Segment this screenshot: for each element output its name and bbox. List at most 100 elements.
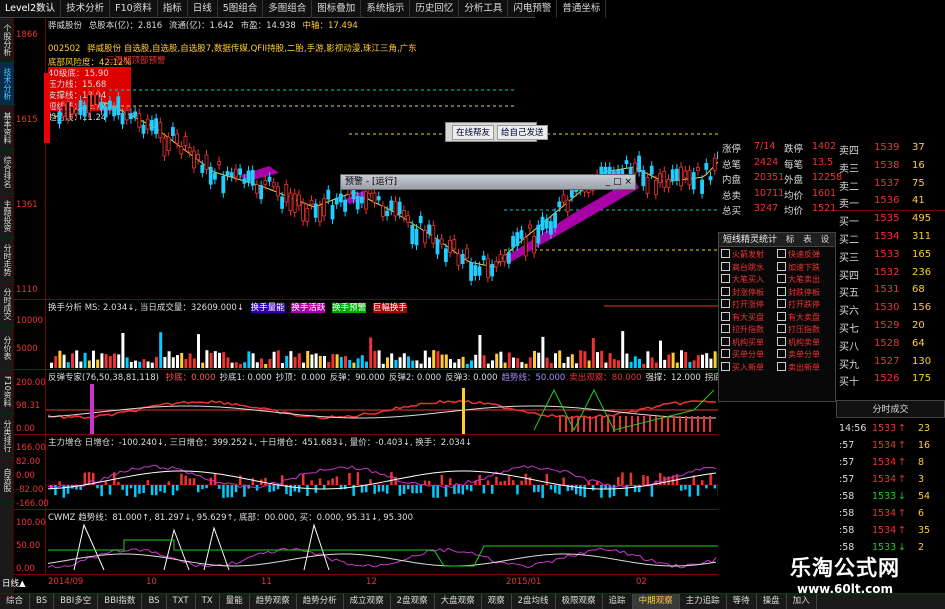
- menu-item-8[interactable]: 系统指示: [361, 0, 411, 18]
- bottom-tab-5[interactable]: TXT: [167, 594, 196, 609]
- signal-item[interactable]: 买单分单: [721, 349, 777, 362]
- menu-item-12[interactable]: 普通坐标: [557, 0, 607, 18]
- bottom-tab-13[interactable]: 观察: [482, 594, 512, 609]
- signal-tab-3[interactable]: 设: [821, 235, 830, 245]
- bottom-tab-1[interactable]: BS: [30, 594, 55, 609]
- tick-arrow: ↑: [898, 440, 906, 451]
- level-price: 1539: [874, 142, 900, 153]
- bottom-tab-20[interactable]: 操盘: [757, 594, 787, 609]
- left-tab-0[interactable]: 个股分析: [0, 18, 14, 62]
- left-tab-3[interactable]: 综合排名: [0, 150, 14, 194]
- signal-tab-2[interactable]: 表: [803, 235, 812, 245]
- bottom-tab-9[interactable]: 趋势分析: [297, 594, 344, 609]
- signal-item[interactable]: 有大卖盘: [777, 312, 833, 325]
- menu-item-11[interactable]: 闪电预警: [508, 0, 558, 18]
- menu-item-9[interactable]: 历史回忆: [410, 0, 460, 18]
- signal-item[interactable]: 打压指数: [777, 324, 833, 337]
- bottom-tab-10[interactable]: 成立观察: [344, 594, 391, 609]
- level-label: 买四: [839, 270, 859, 282]
- buy-level: 买十 1526 175: [836, 372, 945, 389]
- signal-item[interactable]: 快速反弹: [777, 249, 833, 262]
- level-label: 买五: [839, 288, 859, 300]
- menu-item-10[interactable]: 分析工具: [459, 0, 509, 18]
- cwmz-panel[interactable]: 100.00 50.00 0.00 CWMZ 趋势线：81.000↑, 81.297…: [14, 510, 718, 575]
- online-help-button[interactable]: 在线帮友: [452, 124, 495, 140]
- quote-cell: 外盘: [784, 175, 804, 186]
- level-price: 1530: [874, 302, 900, 314]
- tick-volume: 16: [918, 440, 931, 451]
- signal-item[interactable]: 买入新单: [721, 362, 777, 375]
- bottom-tab-21[interactable]: 加入: [787, 594, 817, 609]
- bottom-tab-16[interactable]: 追踪: [603, 594, 633, 609]
- buy-level: 买九 1527 130: [836, 355, 945, 372]
- bottom-tab-18[interactable]: 主力追踪: [680, 594, 727, 609]
- buy-level: 买二 1534 311: [836, 230, 945, 247]
- tick-price: 1534: [872, 457, 897, 468]
- tick-row: 14:56 1533 ↑ 23: [836, 422, 945, 439]
- left-tab-5[interactable]: 分时走势: [0, 238, 14, 282]
- bottom-tab-11[interactable]: 2盘观察: [391, 594, 435, 609]
- bottom-tab-4[interactable]: BS: [142, 594, 167, 609]
- window-controls-icon[interactable]: _ □ ×: [606, 175, 632, 190]
- left-tab-2[interactable]: 基本资料: [0, 106, 14, 150]
- tick-arrow: ↑: [898, 525, 906, 536]
- bottom-tab-3[interactable]: BBI指数: [98, 594, 143, 609]
- signal-item[interactable]: 火箭发射: [721, 249, 777, 262]
- signal-item[interactable]: 加速下跌: [777, 262, 833, 275]
- help-popup[interactable]: 在线帮友 给自己发送: [445, 122, 548, 142]
- left-tab-9[interactable]: 分类排行: [0, 414, 14, 458]
- bottom-tab-8[interactable]: 趋势观察: [250, 594, 297, 609]
- bottom-tab-7[interactable]: 量能: [220, 594, 250, 609]
- menu-item-4[interactable]: 日线: [188, 0, 218, 18]
- level-label: 买三: [839, 252, 859, 264]
- menu-item-3[interactable]: 指标: [158, 0, 188, 18]
- rebound-expert-panel[interactable]: 200.00 98.31 0.00 反弹专家(76,50,38,81,118) 抄底…: [14, 370, 718, 435]
- main-force-panel[interactable]: 166.00 82.00 0.00 -82.00 -166.00 主力增仓 日增仓：-1…: [14, 435, 718, 510]
- bottom-tab-0[interactable]: 综合: [0, 594, 31, 609]
- volume-panel[interactable]: 10000 5000 换手分析 MS: 2.034↓, 当日成交量：32609.0…: [14, 300, 718, 370]
- left-tab-6[interactable]: 分时成交: [0, 282, 14, 326]
- signal-item[interactable]: 高台跳水: [721, 262, 777, 275]
- order-book: 卖四 1539 37 卖三 1538 16 卖二 1537 75 卖一 1536 41 买一 1535 49…: [836, 140, 945, 402]
- signal-item[interactable]: 封涨停板: [721, 287, 777, 300]
- signal-item[interactable]: 打开涨停: [721, 299, 777, 312]
- menu-item-1[interactable]: 技术分析: [61, 0, 111, 18]
- signal-item[interactable]: 封跌停板: [777, 287, 833, 300]
- kline-panel[interactable]: 1866 1615 1361 1110 骅威股份 总股本(亿)：2.816 流通(亿)…: [14, 18, 718, 300]
- signal-item[interactable]: 卖出新单: [777, 362, 833, 375]
- signal-item[interactable]: 机构买单: [721, 337, 777, 350]
- bottom-tab-15[interactable]: 极限观察: [556, 594, 603, 609]
- bottom-tab-12[interactable]: 大盘观察: [435, 594, 482, 609]
- signal-item[interactable]: 大笔卖出: [777, 274, 833, 287]
- alert-window-titlebar[interactable]: 预警 - [运行] _ □ ×: [340, 174, 636, 190]
- send-self-button[interactable]: 给自己发送: [497, 124, 548, 140]
- signal-item[interactable]: 大笔买入: [721, 274, 777, 287]
- level-volume: 75: [912, 177, 925, 189]
- left-tab-1[interactable]: 技术分析: [0, 62, 14, 106]
- left-tab-7[interactable]: 分价表: [0, 326, 14, 370]
- bottom-tab-17[interactable]: 中期观察: [632, 594, 680, 609]
- signal-item[interactable]: 打开跌停: [777, 299, 833, 312]
- tick-price: 1534: [872, 474, 897, 485]
- menu-item-6[interactable]: 多图组合: [263, 0, 313, 18]
- menu-item-2[interactable]: F10资料: [110, 0, 158, 18]
- signal-tab-1[interactable]: 标: [786, 235, 795, 245]
- left-tab-8[interactable]: F10资料: [0, 370, 14, 414]
- menu-item-0[interactable]: Level2数认: [0, 0, 62, 18]
- menu-item-5[interactable]: 5图组合: [218, 0, 264, 18]
- short-signal-panel[interactable]: 短线精灵统计 标 表 设 火箭发射 快速反弹 高台跳水 加速下跌 大笔买入 大笔卖出 封涨停…: [718, 232, 836, 402]
- bottom-tab-14[interactable]: 2盘均线: [512, 594, 556, 609]
- signal-item[interactable]: 拉升指数: [721, 324, 777, 337]
- menu-item-7[interactable]: 图标叠加: [312, 0, 362, 18]
- signal-item[interactable]: 卖单分单: [777, 349, 833, 362]
- signal-item[interactable]: 有大买盘: [721, 312, 777, 325]
- left-tab-10[interactable]: 自选股: [0, 458, 14, 502]
- tick-list[interactable]: 分时成交 14:56 1533 ↑ 23:57 1534 ↑ 16:57 1534 ↑ 8:57 1…: [836, 400, 945, 553]
- tick-arrow: ↑: [898, 457, 906, 468]
- bottom-tab-19[interactable]: 等待: [727, 594, 757, 609]
- left-tab-4[interactable]: 主题投资: [0, 194, 14, 238]
- bottom-tab-6[interactable]: TX: [196, 594, 220, 609]
- bottom-tab-2[interactable]: BBI多空: [54, 594, 99, 609]
- signal-item[interactable]: 机构卖单: [777, 337, 833, 350]
- level-price: 1529: [874, 320, 900, 331]
